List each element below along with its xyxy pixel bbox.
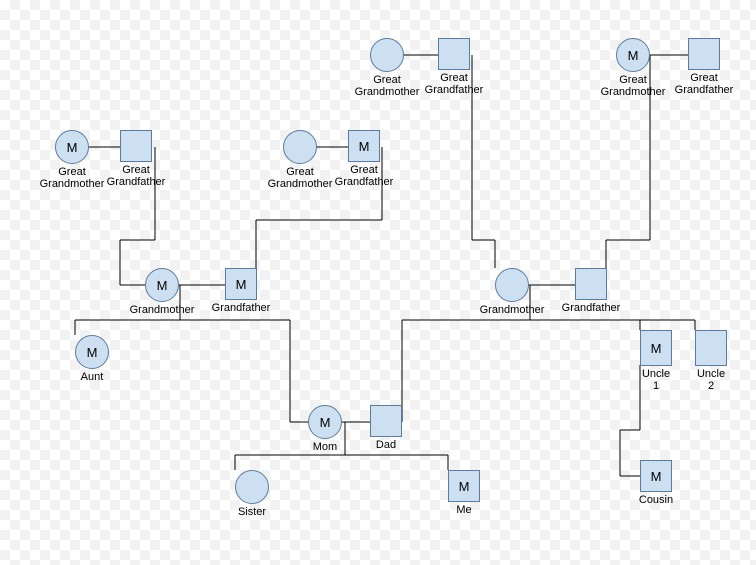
female-icon [235,470,269,504]
female-icon [283,130,317,164]
node-cousin[interactable]: M Cousin [631,460,681,506]
node-label: Aunt [62,371,122,383]
male-icon: M [225,268,257,300]
node-label: Uncle 2 [691,368,731,392]
male-icon: M [348,130,380,162]
node-ggf3[interactable]: Great Grandfather [414,38,494,96]
node-dad[interactable]: Dad [361,405,411,451]
node-label: Grandfather [551,302,631,314]
female-icon [495,268,529,302]
node-label: Great Grandfather [414,72,494,96]
female-icon: M [55,130,89,164]
node-aunt[interactable]: M Aunt [62,335,122,383]
node-label: Great Grandfather [664,72,744,96]
node-label: Dad [361,439,411,451]
female-icon: M [616,38,650,72]
node-label: Uncle 1 [636,368,676,392]
genogram-canvas: MGreat GrandmotherGreat GrandfatherGreat… [0,0,756,565]
node-label: Mom [300,441,350,453]
node-gm2[interactable]: Grandmother [472,268,552,316]
female-icon: M [308,405,342,439]
node-label: Cousin [631,494,681,506]
female-icon: M [145,268,179,302]
node-label: Sister [227,506,277,518]
node-label: Great Grandfather [324,164,404,188]
male-icon [695,330,727,366]
node-label: Grandfather [201,302,281,314]
male-icon [575,268,607,300]
node-ggm4[interactable]: MGreat Grandmother [593,38,673,98]
node-gm1[interactable]: M Grandmother [122,268,202,316]
node-gf2[interactable]: Grandfather [551,268,631,314]
node-me[interactable]: M Me [444,470,484,516]
male-icon: M [640,460,672,492]
node-label: Grandmother [472,304,552,316]
node-label: Great Grandfather [96,164,176,188]
node-label: Great Grandmother [593,74,673,98]
node-ggf1[interactable]: Great Grandfather [96,130,176,188]
node-ggf2[interactable]: MGreat Grandfather [324,130,404,188]
node-label: Me [444,504,484,516]
node-gf1[interactable]: M Grandfather [201,268,281,314]
male-icon: M [448,470,480,502]
male-icon [120,130,152,162]
node-label: Grandmother [122,304,202,316]
male-icon [438,38,470,70]
node-sister[interactable]: Sister [227,470,277,518]
node-uncle1[interactable]: MUncle 1 [636,330,676,392]
male-icon: M [640,330,672,366]
node-uncle2[interactable]: Uncle 2 [691,330,731,392]
male-icon [688,38,720,70]
female-icon [370,38,404,72]
node-ggf4[interactable]: Great Grandfather [664,38,744,96]
female-icon: M [75,335,109,369]
node-mom[interactable]: M Mom [300,405,350,453]
male-icon [370,405,402,437]
